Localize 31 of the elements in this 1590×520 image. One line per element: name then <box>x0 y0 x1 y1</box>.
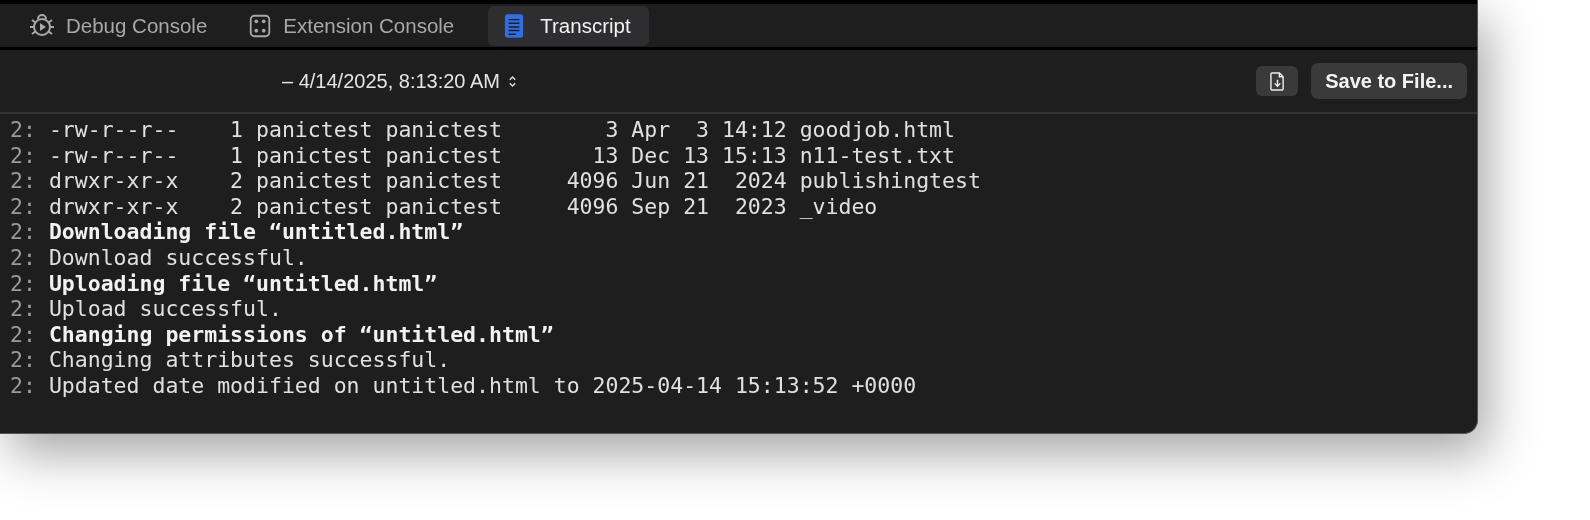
tab[interactable]: Debug Console <box>22 5 224 46</box>
file-download-icon <box>1269 71 1285 91</box>
date-selector[interactable]: – 4/14/2025, 8:13:20 AM <box>282 69 517 93</box>
line-prefix: 2: <box>10 244 36 271</box>
log-line: -rw-r--r-- 1 panictest panictest 13 Dec 13 15:13 n11-test.txt <box>48 142 955 169</box>
log-line: Upload successful. <box>48 296 282 322</box>
save-to-file-button[interactable]: Save to File... <box>1311 63 1467 99</box>
log-line: Changing attributes successful. <box>48 347 451 373</box>
log-line: Downloading file “untitled.html” <box>48 219 464 245</box>
log-line: drwxr-xr-x 2 panictest panictest 4096 Jun 21 2024 publishingtest <box>48 168 981 194</box>
line-prefix: 2: <box>10 168 36 194</box>
line-prefix: 2: <box>10 270 36 297</box>
line-prefix: 2: <box>10 321 36 348</box>
line-prefix: 2: <box>10 142 36 169</box>
log-line: -rw-r--r-- 1 panictest panictest 3 Apr 3 14:12 goodjob.html <box>48 117 955 143</box>
document-icon <box>504 12 525 39</box>
log-line: Download successful. <box>48 244 308 271</box>
log-line: Uploading file “untitled.html” <box>48 270 438 297</box>
log-line: drwxr-xr-x 2 panictest panictest 4096 Sep 21 2023 _video <box>48 193 878 220</box>
line-prefix: 2: <box>10 347 36 373</box>
tab[interactable]: Transcript <box>488 5 649 46</box>
export-file-button[interactable] <box>1256 66 1299 96</box>
stepper-icon <box>507 73 517 89</box>
log-line: Changing permissions of “untitled.html” <box>48 321 554 348</box>
line-prefix: 2: <box>10 117 36 143</box>
log-line: Updated date modified on untitled.html to 2025-04-14 15:13:52 +0000 <box>48 372 917 399</box>
tab[interactable]: Extension Console <box>241 5 471 46</box>
line-prefix: 2: <box>10 372 36 399</box>
line-prefix: 2: <box>10 296 36 322</box>
line-prefix: 2: <box>10 219 36 245</box>
line-prefix: 2: <box>10 193 36 220</box>
